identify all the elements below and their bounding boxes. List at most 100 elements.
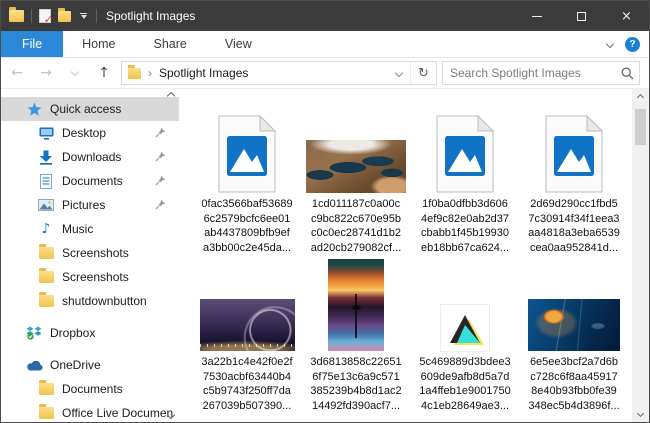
sidebar-item-desktop[interactable]: Desktop	[1, 121, 179, 145]
file-name: 1cd011187c0a00c c9bc822c670e95b c0c0ec28…	[310, 198, 402, 254]
file-thumbnail	[199, 259, 295, 351]
window-body: Quick access Desktop Downloads Documents…	[1, 89, 649, 422]
minimize-button[interactable]	[514, 1, 559, 31]
vertical-scrollbar[interactable]	[632, 89, 649, 422]
file-thumbnail	[306, 103, 406, 193]
tab-file[interactable]: File	[1, 31, 64, 57]
sidebar-item-office-live-documents[interactable]: Office Live Documen	[1, 401, 179, 422]
sidebar-item-quick-access[interactable]: Quick access	[1, 97, 179, 121]
sidebar-item-downloads[interactable]: Downloads	[1, 145, 179, 169]
sidebar-item-label: Pictures	[62, 198, 106, 212]
sidebar-item-label: Documents	[62, 382, 123, 396]
address-bar[interactable]: › Spotlight Images ↻	[121, 61, 437, 85]
close-icon: ×	[621, 8, 632, 24]
file-item[interactable]: 1f0ba0dfbb3d606 4ef9c82e0ab2d37 cbabb1f4…	[413, 103, 517, 255]
file-name: 5c469889d3bdee3 609de9afb8d5a7d 1a4ffeb1…	[419, 356, 511, 412]
refresh-button[interactable]: ↻	[410, 62, 436, 84]
sidebar-item-label: Screenshots	[62, 246, 129, 260]
triangle-logo-thumbnail	[441, 305, 489, 351]
forward-button[interactable]: →	[34, 61, 58, 85]
sidebar-item-pictures[interactable]: Pictures	[1, 193, 179, 217]
new-folder-icon[interactable]	[58, 7, 71, 22]
window-title: Spotlight Images	[106, 9, 196, 23]
file-name: 2d69d290cc1fbd5 7c30914f34f1eea3 aa4818a…	[528, 198, 620, 254]
pin-icon	[155, 151, 166, 162]
breadcrumb-path[interactable]: Spotlight Images	[159, 66, 248, 80]
sidebar-item-onedrive-documents[interactable]: Documents	[1, 377, 179, 401]
navigation-pane: Quick access Desktop Downloads Documents…	[1, 89, 179, 422]
file-thumbnail	[436, 103, 494, 193]
file-thumbnail	[545, 103, 603, 193]
separator	[96, 9, 97, 23]
sidebar-item-label: shutdownbutton	[62, 294, 147, 308]
file-name: 3a22b1c4e42f0e2f 7530acbf63440b4 c5b9743…	[201, 356, 293, 412]
sidebar-item-label: Downloads	[62, 150, 122, 164]
chevron-up-icon	[636, 93, 645, 102]
file-item[interactable]: 0fac3566baf53689 6c2579bcfc6ee01 ab44378…	[195, 103, 299, 255]
document-icon	[37, 173, 55, 189]
file-item[interactable]: 5c469889d3bdee3 609de9afb8d5a7d 1a4ffeb1…	[413, 259, 517, 413]
folder-icon	[128, 64, 141, 79]
sidebar-item-label: Office Live Documen	[62, 406, 174, 420]
monitor-icon	[37, 127, 55, 140]
tab-view[interactable]: View	[206, 31, 271, 57]
maximize-button[interactable]	[559, 1, 604, 31]
file-item[interactable]: 2d69d290cc1fbd5 7c30914f34f1eea3 aa4818a…	[522, 103, 626, 255]
sidebar-item-onedrive[interactable]: OneDrive	[1, 353, 179, 377]
file-thumbnail	[328, 259, 384, 351]
recent-locations-button[interactable]	[63, 61, 87, 85]
file-item[interactable]: 3a22b1c4e42f0e2f 7530acbf63440b4 c5b9743…	[195, 259, 299, 413]
sidebar-item-shutdownbutton[interactable]: shutdownbutton	[1, 289, 179, 313]
image-file-icon	[218, 115, 276, 193]
breadcrumb-arrow-icon: ›	[148, 66, 152, 80]
close-button[interactable]: ×	[604, 1, 649, 31]
chevron-down-icon	[394, 68, 404, 78]
folder-icon	[37, 292, 55, 307]
file-thumbnail	[528, 259, 620, 351]
explorer-folder-icon	[9, 7, 24, 22]
sidebar-item-label: Dropbox	[50, 326, 96, 340]
download-arrow-icon	[37, 150, 55, 165]
chevron-down-icon	[70, 67, 80, 76]
explorer-window: Spotlight Images × File Home Share View …	[0, 0, 650, 423]
scroll-down-button[interactable]	[632, 405, 649, 422]
search-input[interactable]	[450, 66, 621, 80]
file-name: 1f0ba0dfbb3d606 4ef9c82e0ab2d37 cbabb1f4…	[420, 198, 510, 254]
search-box[interactable]	[442, 61, 640, 85]
address-dropdown-button[interactable]	[388, 62, 410, 84]
sidebar-item-screenshots[interactable]: Screenshots	[1, 241, 179, 265]
scrollbar-thumb[interactable]	[635, 109, 646, 145]
folder-icon	[37, 268, 55, 283]
back-button[interactable]: ←	[5, 61, 29, 85]
folder-icon	[37, 404, 55, 419]
sidebar-item-music[interactable]: ♪ Music	[1, 217, 179, 241]
chevron-down-icon	[636, 409, 645, 418]
up-button[interactable]: ↑	[92, 61, 116, 85]
sidebar-item-label: Quick access	[50, 102, 122, 116]
dropbox-icon	[25, 326, 43, 340]
file-item[interactable]: 6e5ee3bcf2a7d6b c728c6f8aa45917 8e40b93f…	[522, 259, 626, 413]
file-item[interactable]: 1cd011187c0a00c c9bc822c670e95b c0c0ec28…	[304, 103, 408, 255]
sidebar-item-label: Music	[62, 222, 94, 236]
star-icon	[25, 101, 43, 117]
sidebar-item-dropbox[interactable]: Dropbox	[1, 321, 179, 345]
tab-home[interactable]: Home	[63, 31, 134, 57]
canyon-aerial-photo-thumbnail	[306, 140, 406, 193]
sidebar-item-screenshots-2[interactable]: Screenshots	[1, 265, 179, 289]
customize-toolbar-dropdown-icon[interactable]	[78, 11, 89, 21]
sidebar-item-label: Documents	[62, 174, 123, 188]
file-thumbnail	[441, 259, 489, 351]
expand-ribbon-chevron-icon[interactable]	[605, 39, 615, 49]
sidebar-item-documents[interactable]: Documents	[1, 169, 179, 193]
file-thumbnail	[218, 103, 276, 193]
scroll-up-button[interactable]	[632, 89, 649, 106]
properties-icon[interactable]	[39, 9, 53, 26]
onedrive-cloud-icon	[25, 360, 43, 371]
file-name: 6e5ee3bcf2a7d6b c728c6f8aa45917 8e40b93f…	[528, 356, 620, 412]
sidebar-item-label: Desktop	[62, 126, 107, 140]
night-lights-photo-thumbnail	[199, 299, 295, 351]
tab-share[interactable]: Share	[135, 31, 206, 57]
help-icon[interactable]: ?	[625, 36, 640, 52]
file-item[interactable]: 3d6813858c22651 6f75e13c6a9c571 385239b4…	[304, 259, 408, 413]
